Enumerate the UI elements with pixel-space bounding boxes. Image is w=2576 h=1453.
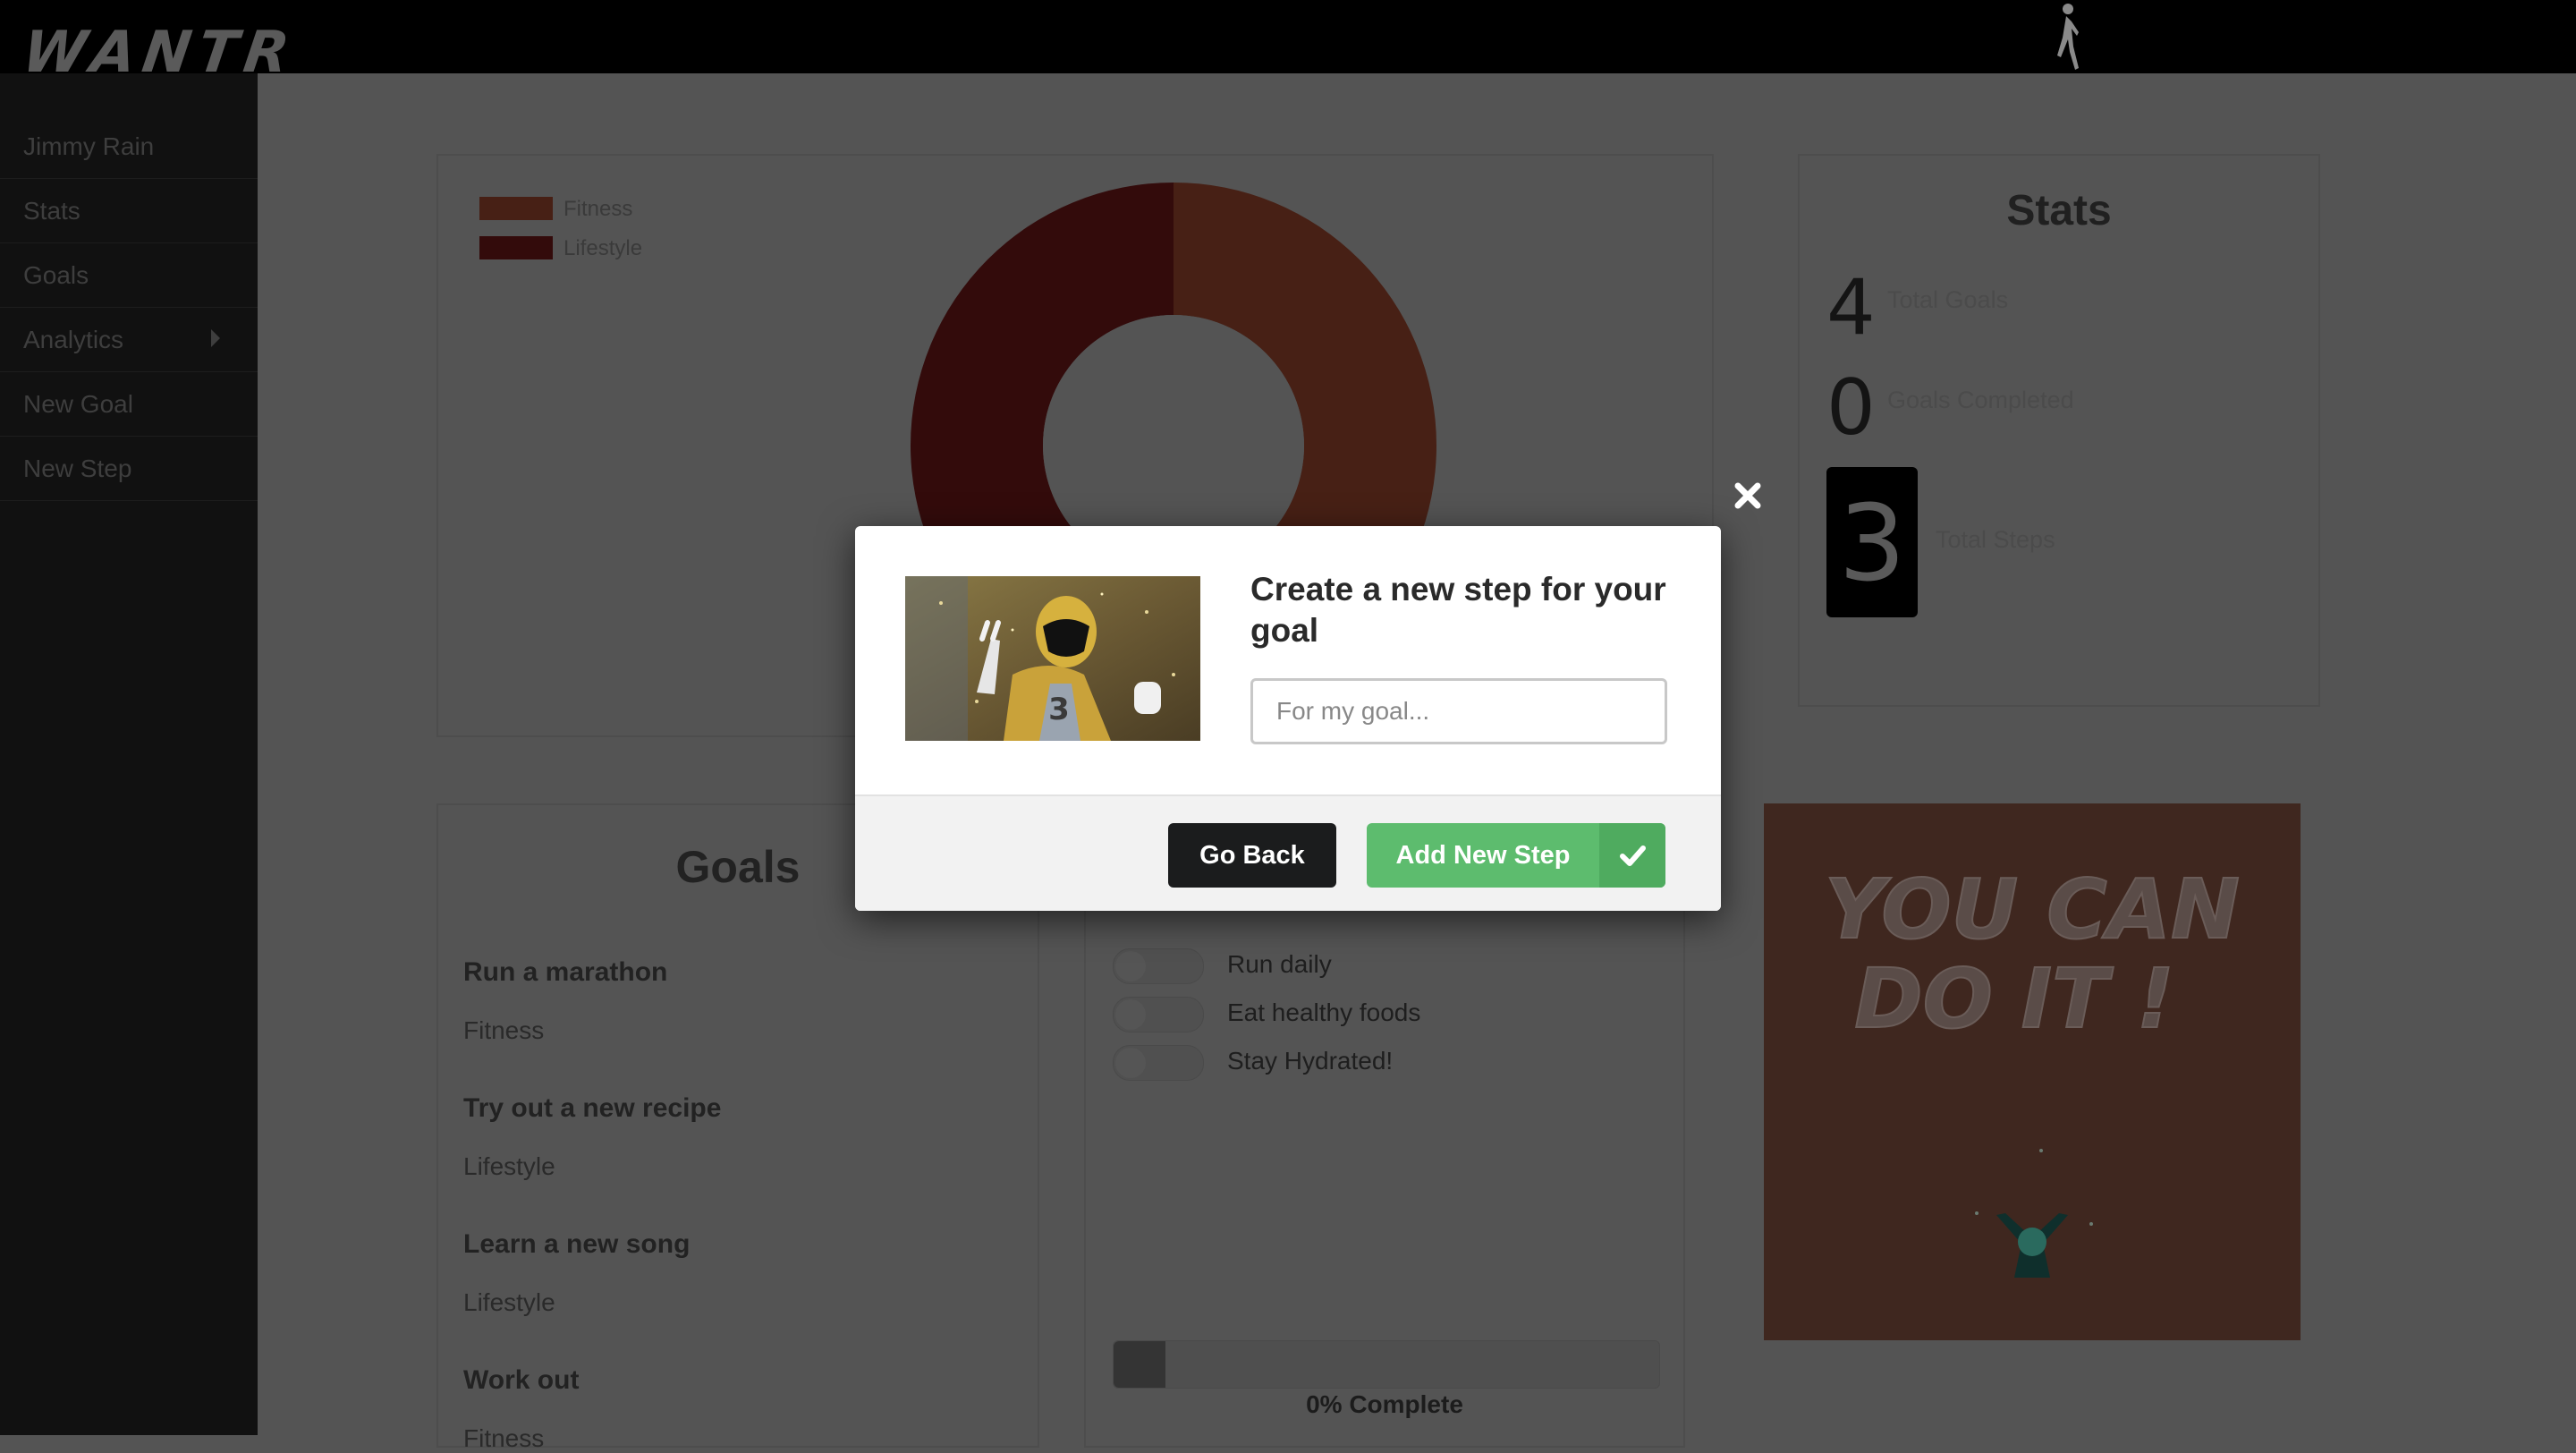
progress-fill	[1114, 1341, 1165, 1388]
go-back-button[interactable]: Go Back	[1168, 823, 1336, 888]
sidebar-item-label: Jimmy Rain	[23, 132, 155, 160]
total-steps-label: Total Steps	[1936, 526, 2055, 553]
step-label: Eat healthy foods	[1227, 998, 1421, 1026]
modal-title: Create a new step for your goal	[1250, 571, 1666, 649]
sidebar-item-label: New Step	[23, 455, 132, 482]
total-goals-value: 4	[1826, 263, 1876, 353]
power-ranger-image: 3	[905, 576, 1200, 741]
goals-completed-label: Goals Completed	[1887, 387, 2074, 413]
sidebar-item-new-goal[interactable]: New Goal	[0, 372, 258, 437]
progress-bar	[1113, 1340, 1660, 1389]
sidebar-item-label: New Goal	[23, 390, 133, 418]
modal-actions: Go Back Add New Step	[855, 794, 1721, 911]
legend-swatch	[479, 197, 553, 220]
sidebar-item-analytics[interactable]: Analytics	[0, 308, 258, 372]
goal-category: Lifestyle	[463, 1152, 555, 1180]
legend-label: Lifestyle	[564, 236, 643, 260]
progress-label: 0% Complete	[1306, 1390, 1463, 1418]
cheering-character-icon	[1996, 1213, 2068, 1278]
top-bar: WANTR	[0, 0, 2576, 86]
legend-label: Fitness	[564, 197, 633, 221]
step-input[interactable]	[1250, 678, 1667, 744]
sidebar-item-label: Goals	[23, 261, 89, 289]
goal-name[interactable]: Run a marathon	[463, 957, 667, 988]
step-toggle[interactable]	[1113, 948, 1204, 984]
goal-category: Lifestyle	[463, 1288, 555, 1316]
motivation-image: YOU CAN DO IT !	[1764, 803, 2301, 1340]
sidebar-item-label: Stats	[23, 197, 80, 225]
step-label: Stay Hydrated!	[1227, 1047, 1394, 1075]
step-toggle[interactable]	[1113, 997, 1204, 1032]
goal-category: Fitness	[463, 1016, 545, 1044]
checkmark-icon	[1599, 823, 1665, 888]
motivation-art: YOU CAN DO IT !	[1824, 861, 2241, 1278]
toggle-knob	[1115, 1048, 1146, 1078]
goal-name[interactable]: Work out	[463, 1365, 579, 1396]
motivation-line-2: DO IT !	[1854, 951, 2174, 1047]
new-step-modal: 3 Create a new step for your goal Go Bac…	[855, 526, 1721, 911]
sidebar-item-new-step[interactable]: New Step	[0, 437, 258, 501]
goal-category: Fitness	[463, 1424, 545, 1452]
toggle-knob	[1115, 951, 1146, 981]
total-goals-label: Total Goals	[1887, 286, 2009, 313]
goal-name[interactable]: Try out a new recipe	[463, 1093, 721, 1124]
svg-text:3: 3	[1048, 692, 1070, 727]
stats-card: Stats 4 Total Goals 0 Goals Completed 3 …	[1798, 154, 2320, 707]
add-new-step-button[interactable]: Add New Step	[1367, 823, 1665, 888]
legend-swatch	[479, 236, 553, 259]
chevron-right-icon	[211, 329, 220, 347]
toggle-knob	[1115, 999, 1146, 1030]
motivation-line-1: YOU CAN	[1825, 862, 2240, 957]
sidebar: Jimmy Rain Stats Goals Analytics New Goa…	[0, 73, 258, 1435]
total-steps-box: 3	[1826, 467, 1918, 617]
goals-completed-value: 0	[1826, 363, 1876, 453]
stats-title: Stats	[2006, 187, 2112, 234]
sidebar-item-stats[interactable]: Stats	[0, 179, 258, 243]
close-icon[interactable]	[1730, 478, 1766, 514]
add-new-step-label: Add New Step	[1395, 841, 1571, 870]
step-label: Run daily	[1227, 950, 1332, 978]
sidebar-item-label: Analytics	[23, 326, 124, 353]
step-toggle[interactable]	[1113, 1045, 1204, 1081]
runner-icon	[2057, 4, 2079, 70]
sidebar-item-profile[interactable]: Jimmy Rain	[0, 115, 258, 179]
goal-name[interactable]: Learn a new song	[463, 1229, 690, 1260]
total-steps-value: 3	[1838, 481, 1906, 605]
sidebar-item-goals[interactable]: Goals	[0, 243, 258, 308]
